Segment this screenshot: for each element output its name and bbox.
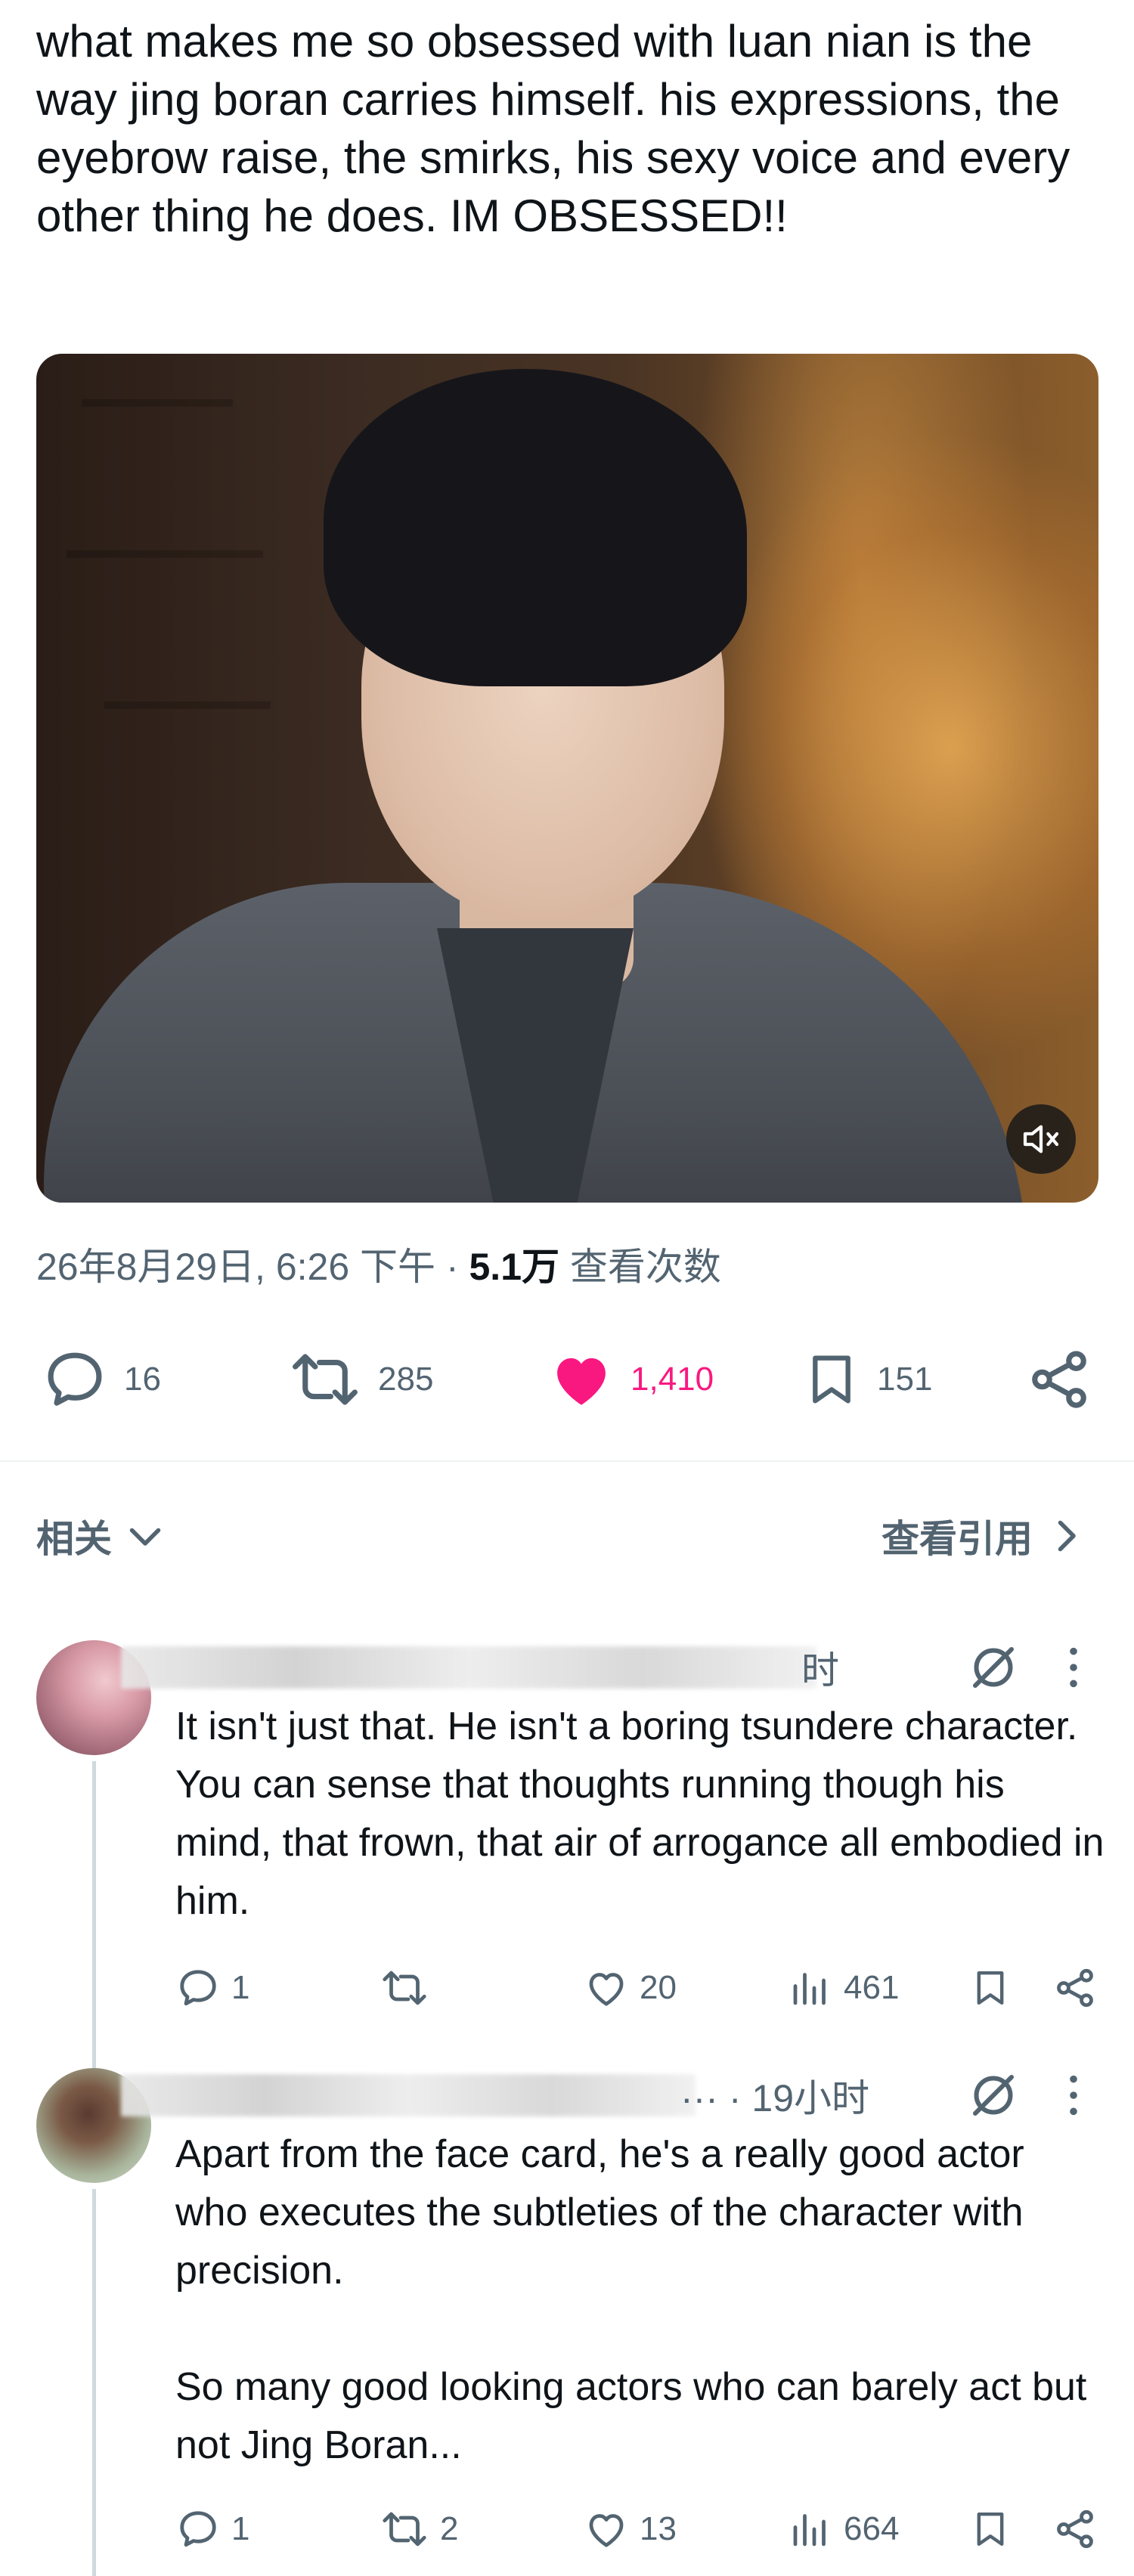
repost-count: 285: [378, 1361, 434, 1398]
reply-button[interactable]: 1: [175, 1958, 249, 2018]
comment-icon: [180, 2511, 216, 2547]
share-button[interactable]: [1052, 1958, 1098, 2018]
repost-button[interactable]: 285: [287, 1330, 433, 1429]
reply-item[interactable]: 时 It isn't just that. He isn't a boring …: [0, 1640, 1134, 2162]
mute-button[interactable]: [1006, 1104, 1076, 1174]
bookmark-icon: [977, 1971, 1004, 2005]
repost-button[interactable]: 2: [380, 2499, 458, 2559]
grok-button[interactable]: [966, 1640, 1021, 1698]
share-button[interactable]: [1052, 2499, 1098, 2559]
post-meta: 26年8月29日, 6:26 下午 · 5.1万 查看次数: [36, 1237, 721, 1291]
analytics-icon: [793, 2514, 826, 2547]
video-person-hair: [324, 369, 747, 686]
like-button[interactable]: 1,410: [547, 1330, 714, 1429]
blurred-username: [121, 1646, 816, 1689]
reply-count: 1: [231, 1969, 250, 2006]
grok-button[interactable]: [966, 2068, 1021, 2126]
grok-icon: [973, 1647, 1014, 1688]
reply-actions: 1 2 13 664: [175, 2499, 1105, 2559]
post-text: what makes me so obsessed with luan nian…: [36, 16, 1083, 241]
more-button[interactable]: [1058, 1643, 1089, 1695]
heart-icon: [589, 2514, 624, 2547]
views-count: 5.1万: [469, 1246, 560, 1288]
repost-icon: [293, 1354, 358, 1405]
reply-count: 1: [231, 2510, 250, 2547]
view-quotes-link[interactable]: 查看引用: [881, 1509, 1089, 1563]
reply-header: ··· · 19小时: [121, 2068, 869, 2122]
analytics-icon: [793, 1973, 826, 2005]
background-detail: [104, 701, 271, 709]
speaker-muted-icon: [1023, 1125, 1059, 1153]
heart-icon: [589, 1973, 624, 2006]
repost-icon: [383, 1971, 426, 2005]
post-actions: 16 285 1,410 151: [0, 1330, 1134, 1429]
bookmark-icon: [977, 2512, 1004, 2547]
grok-icon: [973, 2075, 1014, 2116]
reply-button[interactable]: 1: [175, 2499, 249, 2559]
share-icon: [1057, 2509, 1093, 2549]
reply-button[interactable]: 16: [41, 1330, 161, 1429]
like-count: 13: [640, 2510, 677, 2547]
repost-button[interactable]: [380, 1958, 440, 2018]
view-quotes-label: 查看引用: [881, 1518, 1033, 1560]
share-button[interactable]: [1025, 1330, 1093, 1429]
views-count: 664: [844, 2510, 900, 2547]
chevron-down-icon: [129, 1528, 161, 1546]
like-count: 1,410: [631, 1361, 714, 1398]
reply-time[interactable]: ··· · 19小时: [680, 2068, 869, 2122]
reply-item[interactable]: ··· · 19小时 Apart from the face card, he'…: [0, 2068, 1134, 2576]
post-video[interactable]: [36, 354, 1098, 1203]
related-label: 相关: [36, 1518, 112, 1560]
comment-icon: [48, 1352, 102, 1406]
repost-count: 2: [440, 2510, 459, 2547]
heart-filled-icon: [557, 1358, 606, 1405]
bookmark-button[interactable]: [969, 1958, 1012, 2018]
bookmark-icon: [813, 1355, 850, 1404]
views-button[interactable]: 461: [788, 1958, 899, 2018]
repost-icon: [383, 2512, 426, 2547]
share-icon: [1032, 1351, 1086, 1408]
more-vertical-icon: [1070, 2075, 1077, 2116]
views-button[interactable]: 664: [788, 2499, 899, 2559]
related-dropdown[interactable]: 相关: [36, 1509, 168, 1563]
comment-icon: [180, 1970, 216, 2006]
background-detail: [67, 550, 263, 558]
blurred-username: [121, 2074, 696, 2116]
like-button[interactable]: 13: [584, 2499, 677, 2559]
like-button[interactable]: 20: [584, 1958, 677, 2018]
reply-time[interactable]: 时: [801, 1640, 839, 1695]
reply-text: It isn't just that. He isn't a boring ts…: [175, 1704, 1115, 1923]
share-icon: [1057, 1968, 1093, 2008]
section-divider: [0, 1460, 1134, 1462]
post-timestamp[interactable]: 26年8月29日, 6:26 下午: [36, 1246, 435, 1288]
background-detail: [82, 399, 233, 407]
more-button[interactable]: [1058, 2071, 1089, 2123]
reply-text: Apart from the face card, he's a really …: [175, 2132, 1087, 2467]
views-label: 查看次数: [569, 1246, 721, 1288]
more-vertical-icon: [1070, 1647, 1077, 1688]
bookmark-count: 151: [877, 1361, 933, 1398]
like-count: 20: [640, 1969, 677, 2006]
bookmark-button[interactable]: [969, 2499, 1012, 2559]
bookmark-button[interactable]: 151: [801, 1330, 932, 1429]
views-count: 461: [844, 1969, 900, 2006]
reply-actions: 1 20 461: [175, 1958, 1105, 2018]
thread-line: [92, 2189, 96, 2576]
reply-count: 16: [124, 1361, 161, 1398]
reply-header: 时: [121, 1640, 862, 1695]
chevron-right-icon: [1058, 1520, 1076, 1552]
meta-separator: ·: [445, 1246, 459, 1288]
